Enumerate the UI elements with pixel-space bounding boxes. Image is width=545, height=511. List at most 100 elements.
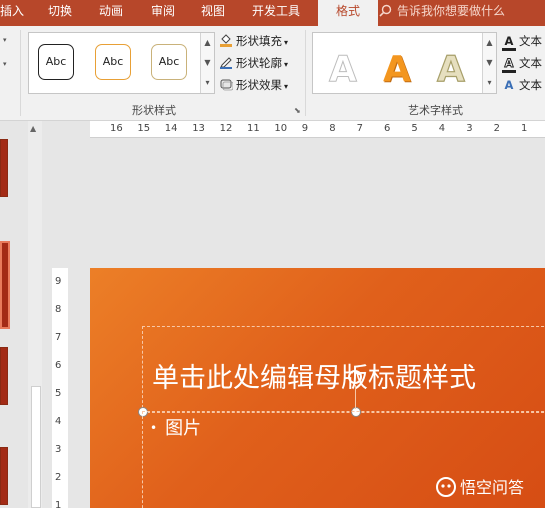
ruler-number: 4 [438,123,446,134]
chevron-down-icon: ▾ [284,38,289,47]
tell-me-placeholder: 告诉我你想要做什么 [397,4,506,18]
slide-thumbnail[interactable] [0,347,8,405]
slide-thumbnail[interactable] [0,447,8,505]
ruler-number: 5 [55,388,62,399]
ruler-number: 14 [164,123,178,134]
shape-effects-button[interactable]: 形状效果 ▾ [219,75,288,95]
ruler-number: 2 [55,472,62,483]
vertical-ruler: 9 8 7 6 5 4 3 2 1 [52,268,68,511]
ruler-number: 3 [55,444,62,455]
text-effects-button[interactable]: A 文本 [502,75,542,95]
ruler-number: 1 [55,500,62,511]
shape-style-thumb[interactable]: Abc [95,44,131,80]
scroll-up-icon[interactable]: ▲ [30,124,36,133]
ribbon-body: ▾ ▾ Abc Abc Abc ▲ ▼ ▾ 形状填充 ▾ 形状轮廓 ▾ 形状效果 ▾ … [0,26,545,121]
tab-view[interactable]: 视图 [201,0,225,26]
ruler-number: 8 [329,123,336,134]
bullet-dot-icon: • [150,421,158,435]
chevron-down-icon: ▾ [284,60,289,69]
shape-style-thumb[interactable]: Abc [151,44,187,80]
wordart-styles-group-label: 艺术字样式 [408,104,463,117]
tell-me-search[interactable]: 告诉我你想要做什么 [379,0,505,26]
watermark-text: 悟空问答 [460,478,525,497]
tab-transitions[interactable]: 切换 [48,0,72,26]
group-divider [20,30,21,116]
tab-animations[interactable]: 动画 [99,0,123,26]
shape-fill-button[interactable]: 形状填充 ▾ [219,31,288,51]
chevron-down-icon[interactable]: ▾ [3,36,7,44]
slide-bullet-text: 图片 [165,418,202,439]
ruler-number: 4 [55,416,62,427]
ruler-number: 6 [55,360,62,371]
chevron-down-icon: ▾ [284,82,289,91]
scroll-down-icon[interactable]: ▼ [201,53,214,73]
ruler-number: 16 [110,123,123,134]
slide-canvas[interactable]: 单击此处编辑母版标题样式 • 图片 [90,268,545,508]
group-divider [305,30,306,116]
gallery-scrollbar[interactable]: ▲ ▼ ▾ [200,33,214,93]
shape-effects-icon [220,79,233,91]
left-partial-group: ▾ ▾ [0,26,20,120]
ribbon-tab-bar: 插入 切换 动画 审阅 视图 开发工具 格式 告诉我你想要做什么 [0,0,545,26]
horizontal-ruler: 16 15 14 13 12 11 10 9 8 7 6 5 4 3 2 1 [90,121,545,138]
text-outline-icon: A [502,56,516,73]
ruler-number: 13 [192,123,205,134]
wukong-logo-icon [436,477,456,497]
ruler-number: 5 [411,123,418,134]
shape-fill-label: 形状填充 [236,34,282,48]
ruler-number: 7 [356,123,363,134]
text-outline-button[interactable]: A 文本 [502,53,542,73]
gallery-scrollbar[interactable]: ▲ ▼ ▾ [482,33,496,93]
gallery-more-icon[interactable]: ▾ [483,73,496,93]
dialog-launcher-icon[interactable]: ⬊ [294,106,301,115]
tab-review[interactable]: 审阅 [151,0,175,26]
text-fill-button[interactable]: A 文本 [502,31,542,51]
ruler-number: 1 [521,123,528,134]
wordart-style-orange[interactable]: A [383,49,411,90]
ruler-number: 9 [55,276,62,287]
shape-styles-group-label: 形状样式 [132,104,176,117]
tab-insert[interactable]: 插入 [0,0,24,26]
thumbnail-scrollbar[interactable]: ▲ [28,121,42,508]
ruler-number: 8 [55,304,62,315]
text-outline-label: 文本 [519,56,542,70]
ruler-number: 3 [466,123,473,134]
watermark: 悟空问答 [435,476,524,500]
rotate-handle-icon[interactable] [346,368,364,386]
ruler-number: 9 [301,123,309,134]
shape-styles-gallery[interactable]: Abc Abc Abc ▲ ▼ ▾ [28,32,215,94]
slide-title-text[interactable]: 单击此处编辑母版标题样式 [152,356,476,395]
pencil-icon [220,57,232,69]
wordart-style-plain[interactable]: A [329,49,358,91]
wordart-style-outline[interactable]: A [436,48,465,90]
scroll-down-icon[interactable]: ▼ [483,53,496,73]
ruler-number: 7 [55,332,62,343]
text-effects-label: 文本 [519,78,542,92]
scrollbar-thumb[interactable] [31,386,41,508]
text-effects-icon: A [504,78,514,92]
scroll-up-icon[interactable]: ▲ [201,33,214,53]
ruler-number: 10 [274,123,288,134]
ruler-number: 15 [137,123,151,134]
search-icon [379,4,392,17]
slide-bullet-item[interactable]: • 图片 [150,414,201,440]
tab-format[interactable]: 格式 [318,0,378,26]
paint-bucket-icon [220,34,232,47]
rotate-handle-stem [355,385,356,409]
shape-outline-button[interactable]: 形状轮廓 ▾ [219,53,288,73]
scroll-up-icon[interactable]: ▲ [483,33,496,53]
ruler-number: 6 [384,123,391,134]
shape-effects-label: 形状效果 [236,78,282,92]
chevron-down-icon[interactable]: ▾ [3,60,7,68]
shape-outline-label: 形状轮廓 [236,56,282,70]
ruler-number: 2 [493,123,500,134]
wordart-styles-gallery[interactable]: A A A ▲ ▼ ▾ [312,32,497,94]
slide-thumbnail[interactable] [0,139,8,197]
ruler-number: 12 [219,123,233,134]
shape-style-thumb[interactable]: Abc [38,44,74,80]
text-fill-label: 文本 [519,34,542,48]
slide-thumbnail[interactable] [0,241,10,329]
gallery-more-icon[interactable]: ▾ [201,73,214,93]
tab-developer[interactable]: 开发工具 [252,0,300,26]
ruler-number: 11 [247,123,260,134]
